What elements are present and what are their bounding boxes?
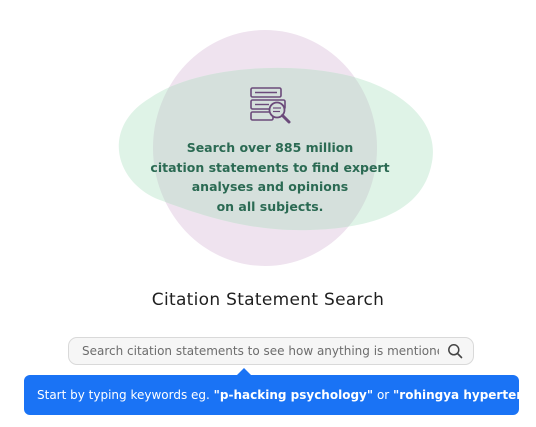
hero-line-2: citation statements to find expert (150, 159, 390, 175)
page-title: Citation Statement Search (151, 290, 385, 310)
hero-line-3: analyses and opinions (191, 179, 349, 194)
search-hint-tooltip: Start by typing keywords eg. "p-hacking … (24, 375, 519, 415)
search-input[interactable] (69, 338, 439, 364)
hero-description: Search over 885 million citation stateme… (150, 138, 390, 216)
tooltip-example-2: "rohingya hypertension" (393, 388, 519, 402)
documents-magnifier-icon (250, 87, 291, 124)
search-box (68, 337, 474, 365)
hero-line-1: Search over 885 million (186, 140, 354, 155)
search-icon[interactable] (447, 343, 463, 359)
tooltip-prefix: Start by typing keywords eg. (37, 388, 214, 402)
tooltip-arrow (237, 368, 251, 375)
hero-line-4: on all subjects. (216, 198, 324, 214)
tooltip-connector: or (373, 388, 394, 402)
tooltip-example-1: "p-hacking psychology" (213, 388, 374, 402)
search-page: Search over 885 million citation stateme… (0, 0, 536, 427)
